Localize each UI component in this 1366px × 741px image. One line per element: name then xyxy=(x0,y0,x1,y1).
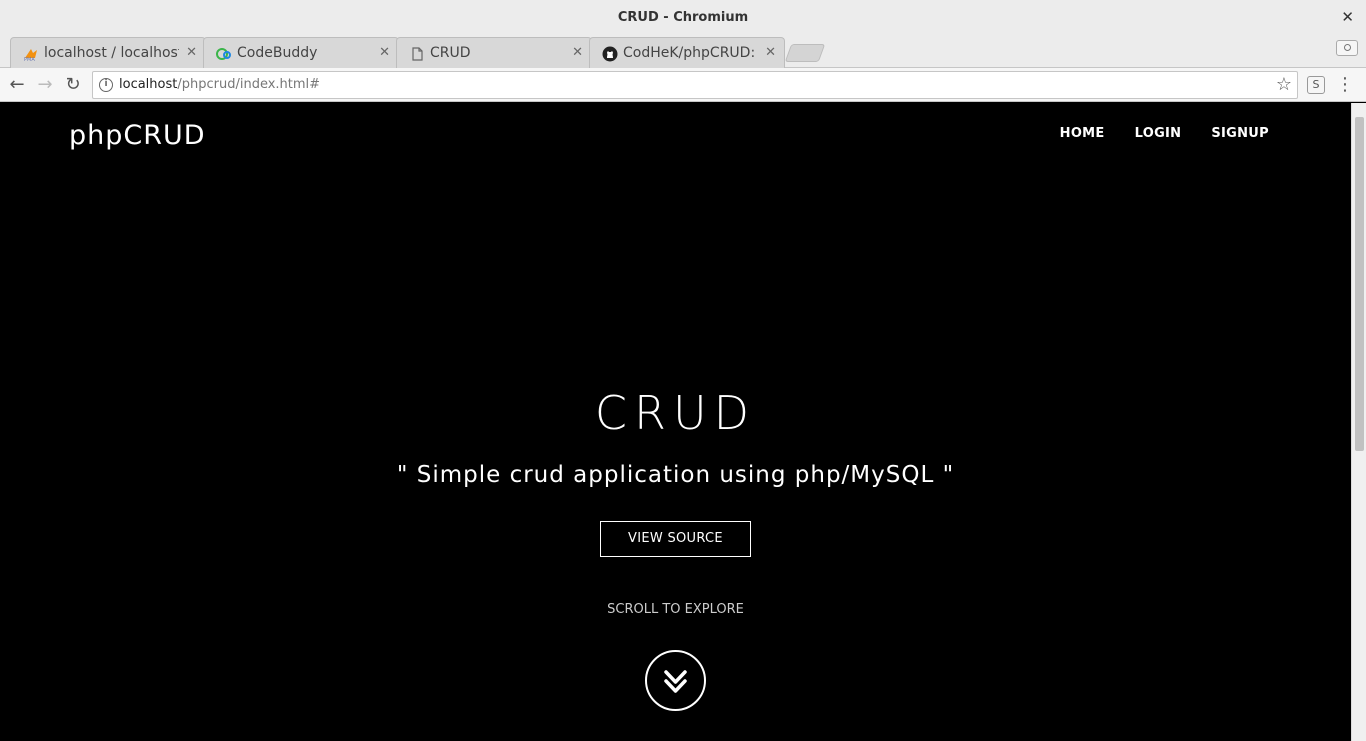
tab-title: CodeBuddy xyxy=(237,45,318,61)
tab-close-icon[interactable]: ✕ xyxy=(379,45,390,60)
forward-button[interactable]: → xyxy=(34,74,56,96)
tab-title: CRUD xyxy=(430,45,471,61)
nav-signup-link[interactable]: SIGNUP xyxy=(1211,126,1269,141)
tab-strip: PMA localhost / localhost ✕ CodeBuddy ✕ … xyxy=(0,36,1366,68)
phpmyadmin-icon: PMA xyxy=(24,49,37,62)
bookmark-star-icon[interactable]: ☆ xyxy=(1276,74,1292,95)
github-icon xyxy=(602,46,618,62)
scrollbar-thumb[interactable] xyxy=(1355,117,1364,451)
tab-title: localhost / localhost xyxy=(44,45,179,61)
url-path: /phpcrud/index.html# xyxy=(177,77,321,92)
site-nav: HOME LOGIN SIGNUP xyxy=(1060,126,1269,141)
page-icon xyxy=(412,47,423,61)
svg-text:PMA: PMA xyxy=(24,57,35,62)
scroll-down-button[interactable] xyxy=(645,650,706,711)
profile-button[interactable] xyxy=(1336,40,1358,56)
tab-github[interactable]: CodHeK/phpCRUD: A ✕ xyxy=(589,37,785,68)
tab-title: CodHeK/phpCRUD: A xyxy=(623,45,758,61)
tab-close-icon[interactable]: ✕ xyxy=(765,45,776,60)
tab-crud[interactable]: CRUD ✕ xyxy=(396,37,592,68)
browser-toolbar: ← → ↻ i localhost/phpcrud/index.html# ☆ … xyxy=(0,68,1366,102)
browser-menu-icon[interactable]: ⋮ xyxy=(1336,75,1354,95)
codebuddy-icon xyxy=(216,48,231,60)
tab-close-icon[interactable]: ✕ xyxy=(572,45,583,60)
url-host: localhost xyxy=(119,77,178,92)
reload-button[interactable]: ↻ xyxy=(62,74,84,96)
nav-home-link[interactable]: HOME xyxy=(1060,126,1105,141)
url-text[interactable]: localhost/phpcrud/index.html# xyxy=(119,77,320,92)
window-titlebar: CRUD - Chromium ✕ xyxy=(0,0,1366,36)
site-brand[interactable]: phpCRUD xyxy=(69,120,206,151)
extension-icon[interactable]: S xyxy=(1307,76,1325,94)
scroll-hint: SCROLL TO EXPLORE xyxy=(607,602,744,617)
tab-phpmyadmin[interactable]: PMA localhost / localhost ✕ xyxy=(10,37,206,68)
hero-title: CRUD xyxy=(594,386,757,440)
tab-close-icon[interactable]: ✕ xyxy=(186,45,197,60)
new-tab-button[interactable] xyxy=(784,44,826,62)
info-icon[interactable]: i xyxy=(99,78,113,92)
address-bar[interactable]: i localhost/phpcrud/index.html# ☆ xyxy=(92,71,1298,99)
view-source-button[interactable]: VIEW SOURCE xyxy=(600,521,751,557)
double-chevron-down-icon xyxy=(664,670,687,693)
nav-login-link[interactable]: LOGIN xyxy=(1135,126,1182,141)
hero-subtitle: " Simple crud application using php/MySQ… xyxy=(396,462,955,488)
page-viewport: phpCRUD HOME LOGIN SIGNUP CRUD " Simple … xyxy=(0,103,1351,741)
back-button[interactable]: ← xyxy=(6,74,28,96)
tab-codebuddy[interactable]: CodeBuddy ✕ xyxy=(203,37,399,68)
window-close-button[interactable]: ✕ xyxy=(1341,8,1354,26)
window-title: CRUD - Chromium xyxy=(617,10,749,25)
profile-icon xyxy=(1344,44,1351,51)
page-scrollbar[interactable] xyxy=(1351,103,1366,741)
